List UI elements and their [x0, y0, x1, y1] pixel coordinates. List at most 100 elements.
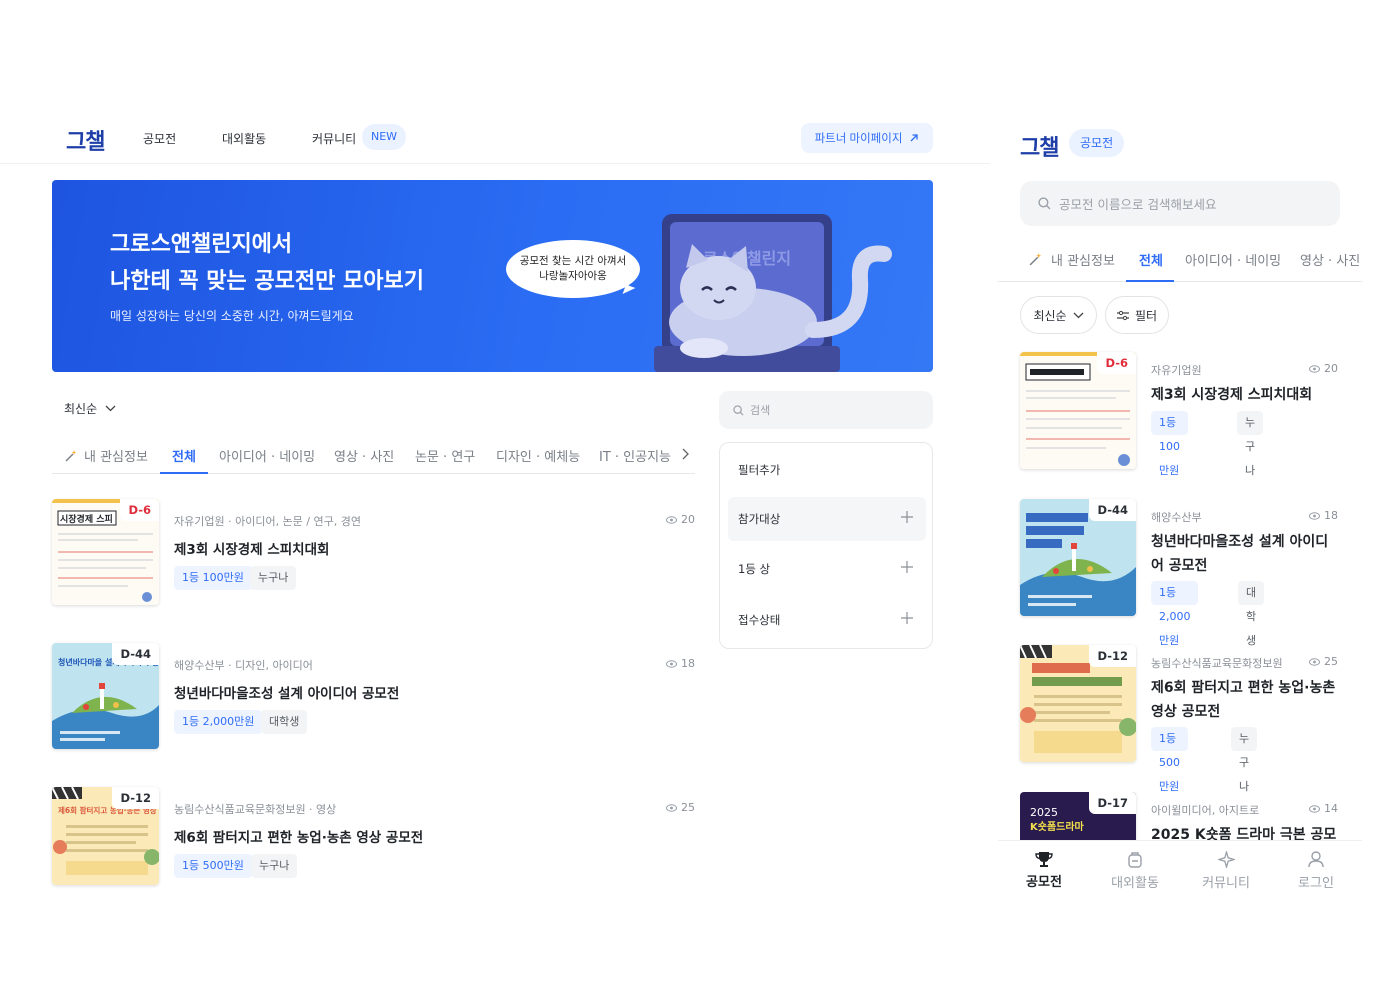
view-count-value: 18 — [681, 657, 695, 670]
contest-title[interactable]: 청년바다마을조성 설계 아이디어 공모전 — [1151, 530, 1341, 578]
target-chip: 누구나 — [250, 566, 297, 590]
contest-card[interactable]: D-6 자유기업원 20 제3회 시장경제 스피치대회 1등 100만원 누구나 — [1020, 352, 1341, 477]
filter-header: 필터추가 — [738, 463, 781, 477]
contest-organizer: 자유기업원 — [1151, 364, 1202, 377]
contest-organizer: 자유기업원 · 아이디어, 논문 / 연구, 경연 — [174, 515, 361, 528]
view-count: 14 — [1309, 802, 1338, 815]
contest-card[interactable]: 시장경제 스피 D-6 자유기업원 · 아이디어, 논문 / 연구, 경연 20… — [52, 499, 695, 609]
tab-paper-research[interactable]: 논문 · 연구 — [415, 446, 475, 465]
dday-badge: D-6 — [120, 499, 159, 521]
nav-activities[interactable]: 대외활동 — [222, 130, 266, 147]
filter-label: 접수상태 — [738, 613, 781, 627]
contest-title[interactable]: 청년바다마을조성 설계 아이디어 공모전 — [174, 682, 399, 702]
tab-label: 내 관심정보 — [1051, 254, 1115, 269]
view-count-value: 14 — [1324, 802, 1338, 815]
plus-icon — [901, 612, 913, 624]
contest-title[interactable]: 2025 K숏폼 드라마 극본 공모전 — [1151, 823, 1338, 840]
contest-thumbnail: 청년바다마을 설계아이디어 공모전 D-44 — [52, 643, 159, 749]
contest-title[interactable]: 제6회 팜터지고 편한 농업·농촌 영상 공모전 — [1151, 676, 1341, 724]
filter-row-first-prize[interactable]: 1등 상 — [728, 547, 926, 591]
view-count: 25 — [666, 801, 695, 814]
mobile-search-input[interactable]: 공모전 이름으로 검색해보세요 — [1020, 181, 1340, 226]
contest-thumbnail: 제6회 팜터지고 농업·농촌 영상 공모전 D-12 — [52, 787, 159, 885]
chevron-down-icon — [105, 405, 116, 412]
contest-title[interactable]: 제3회 시장경제 스피치대회 — [174, 538, 329, 558]
contest-card[interactable]: 제6회 팜터지고 농업·농촌 영상 공모전 D-12 농림수산식품교육문화정보원… — [52, 787, 695, 897]
tab-my-interest[interactable]: 내 관심정보 — [1028, 250, 1115, 269]
magic-wand-icon — [65, 449, 77, 461]
tab-video-photo[interactable]: 영상 · 사진 — [334, 446, 394, 465]
dday-badge: D-12 — [112, 787, 159, 809]
bottom-nav-label: 로그인 — [1298, 876, 1334, 891]
side-search-input[interactable]: 검색 — [719, 391, 933, 429]
side-search-placeholder: 검색 — [750, 404, 771, 417]
contest-title[interactable]: 제3회 시장경제 스피치대회 — [1151, 383, 1341, 407]
filter-label: 필터 — [1134, 308, 1158, 323]
eye-icon — [1309, 511, 1320, 520]
eye-icon — [666, 659, 677, 668]
bottom-nav-activities[interactable]: 대외활동 — [1095, 851, 1175, 891]
bottom-nav-label: 공모전 — [1026, 875, 1062, 890]
eye-icon — [1309, 657, 1320, 666]
mobile-category-tabs: 내 관심정보 전체 아이디어 · 네이밍 영상 · 사진 — [998, 244, 1362, 282]
sort-label: 최신순 — [64, 402, 98, 416]
filter-row-participant[interactable]: 참가대상 — [728, 497, 926, 541]
contest-card[interactable]: 청년바다마을 설계아이디어 공모전 D-44 해양수산부 · 디자인, 아이디어… — [52, 643, 695, 753]
bottom-nav-community[interactable]: 커뮤니티 — [1186, 851, 1266, 891]
mobile-section-badge[interactable]: 공모전 — [1069, 129, 1125, 157]
eye-icon — [1309, 364, 1320, 373]
dday-badge: D-6 — [1097, 352, 1136, 374]
filter-row-status[interactable]: 접수상태 — [728, 598, 926, 642]
partner-mypage-button[interactable]: 파트너 마이페이지 — [801, 123, 933, 153]
trophy-icon — [1035, 852, 1053, 867]
target-chip: 대학생 — [1238, 581, 1265, 647]
prize-chip: 1등 500만원 — [174, 854, 252, 878]
contest-card[interactable]: D-12 농림수산식품교육문화정보원 25 제6회 팜터지고 편한 농업·농촌 … — [1020, 645, 1341, 793]
contest-card[interactable]: D-44 해양수산부 18 청년바다마을조성 설계 아이디어 공모전 1등 2,… — [1020, 499, 1341, 647]
tab-video-photo[interactable]: 영상 · 사진 — [1300, 250, 1360, 269]
arrow-up-right-icon — [910, 134, 919, 142]
logo[interactable]: 그챌 — [66, 124, 105, 156]
hero-banner[interactable]: 그로스앤챌린지에서 나한테 꼭 맞는 공모전만 모아보기 매일 성장하는 당신의… — [52, 180, 933, 372]
contest-card[interactable]: 2025 K숏폼드라마 D-17 아이윌미디어, 아지트로 14 2025 K숏… — [1020, 792, 1338, 840]
bottom-nav-label: 커뮤니티 — [1202, 876, 1250, 891]
tab-all[interactable]: 전체 — [172, 446, 196, 465]
tab-design-arts[interactable]: 디자인 · 예체능 — [496, 446, 580, 465]
tab-idea-naming[interactable]: 아이디어 · 네이밍 — [1185, 250, 1281, 269]
contest-title[interactable]: 제6회 팜터지고 편한 농업·농촌 영상 공모전 — [174, 826, 423, 846]
dday-badge: D-17 — [1089, 792, 1136, 814]
mobile-view: 그챌 공모전 공모전 이름으로 검색해보세요 내 관심정보 전체 아이디어 · … — [998, 0, 1362, 1000]
tab-all[interactable]: 전체 — [1139, 250, 1163, 269]
bubble-line2: 나랑놀자아아옹 — [539, 270, 607, 282]
chevron-right-icon[interactable] — [682, 448, 690, 460]
nav-community[interactable]: 커뮤니티 — [312, 130, 356, 147]
sort-dropdown[interactable]: 최신순 — [64, 400, 116, 417]
nav-contests[interactable]: 공모전 — [143, 130, 176, 147]
tab-idea-naming[interactable]: 아이디어 · 네이밍 — [219, 446, 315, 465]
contest-organizer: 농림수산식품교육문화정보원 · 영상 — [174, 803, 337, 816]
eye-icon — [1309, 804, 1320, 813]
search-icon — [733, 404, 744, 416]
hero-title-line2: 나한테 꼭 맞는 공모전만 모아보기 — [110, 269, 424, 294]
tab-my-interest[interactable]: 내 관심정보 — [64, 446, 148, 465]
filter-panel: 필터추가 참가대상 1등 상 접수상태 — [719, 442, 933, 649]
bottom-nav-login[interactable]: 로그인 — [1276, 851, 1356, 891]
bottom-nav-contests[interactable]: 공모전 — [1004, 851, 1084, 890]
contest-thumbnail: 2025 K숏폼드라마 D-17 — [1020, 792, 1136, 840]
filter-icon — [1116, 310, 1129, 320]
contest-organizer: 아이윌미디어, 아지트로 — [1151, 804, 1260, 817]
mobile-logo[interactable]: 그챌 — [1020, 130, 1059, 162]
target-chip: 누구나 — [1237, 411, 1264, 477]
mobile-filter-button[interactable]: 필터 — [1105, 296, 1169, 334]
view-count: 20 — [1309, 362, 1338, 375]
category-tabs: 내 관심정보 전체 아이디어 · 네이밍 영상 · 사진 논문 · 연구 디자인… — [52, 440, 695, 474]
partner-button-label: 파트너 마이페이지 — [814, 133, 903, 145]
view-count-value: 25 — [681, 801, 695, 814]
tab-it-ai[interactable]: IT · 인공지능 — [599, 446, 671, 465]
view-count-value: 18 — [1324, 509, 1338, 522]
desktop-view: 그챌 공모전 대외활동 커뮤니티 NEW 파트너 마이페이지 그로스앤챌린지에서… — [0, 0, 990, 1000]
sort-label: 최신순 — [1033, 308, 1067, 323]
active-tab-indicator — [1126, 280, 1174, 282]
mobile-sort-dropdown[interactable]: 최신순 — [1020, 296, 1097, 334]
view-count: 18 — [666, 657, 695, 670]
